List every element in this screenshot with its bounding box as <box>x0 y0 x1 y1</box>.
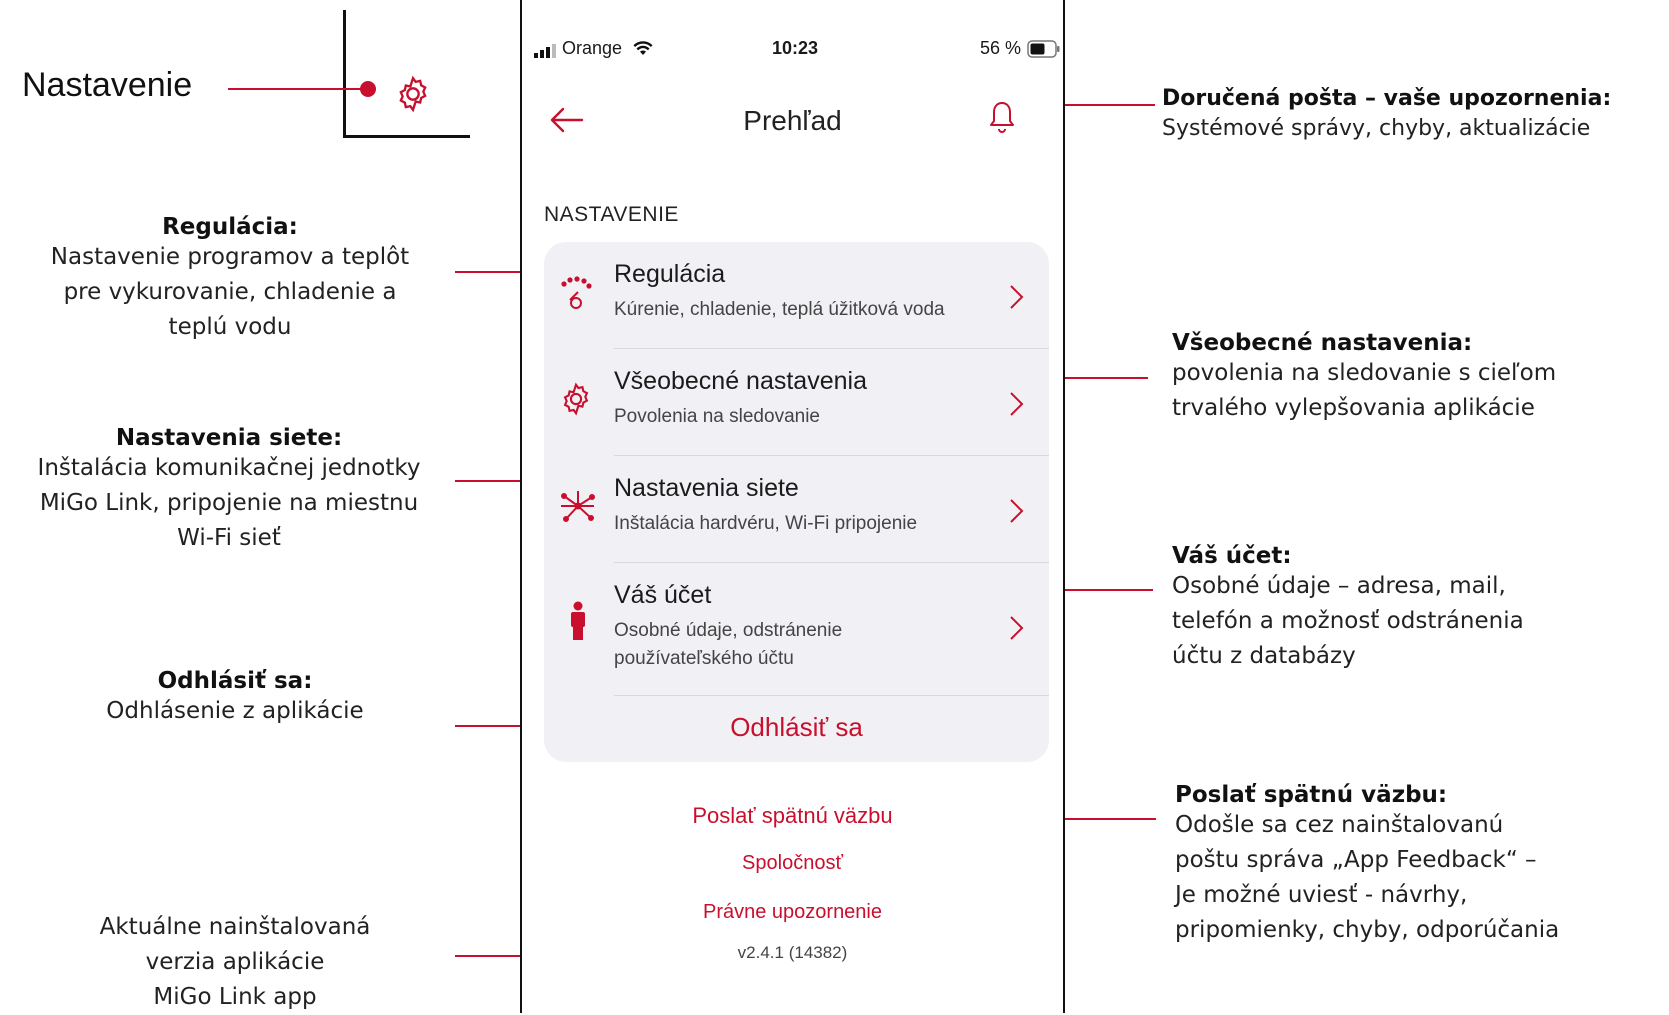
annotation-line: pripomienky, chyby, odporúčania <box>1175 917 1560 943</box>
annotation-title: Všeobecné nastavenia: <box>1172 330 1473 356</box>
annotation-line: povolenia na sledovanie s cieľom <box>1172 360 1557 386</box>
chevron-right-icon <box>1005 282 1027 312</box>
annotation-ucet: Váš účet: Osobné údaje – adresa, mail, t… <box>1172 543 1667 674</box>
app-version: v2.4.1 (14382) <box>737 943 848 962</box>
annotation-line: Systémové správy, chyby, aktualizácie <box>1162 116 1591 141</box>
annotation-title: Doručená pošta – vaše upozornenia: <box>1162 86 1612 111</box>
row-ucet[interactable]: Váš účet Osobné údaje, odstránenie použí… <box>544 563 1049 696</box>
annotation-verzia: Aktuálne nainštalovaná verzia aplikácie … <box>60 910 410 1015</box>
row-regulacia[interactable]: Regulácia Kúrenie, chladenie, teplá úžit… <box>544 242 1049 349</box>
feedback-link[interactable]: Poslať spätnú väzbu <box>522 803 1063 829</box>
page-title: Prehľad <box>743 105 842 136</box>
annotation-title: Nastavenia siete: <box>115 425 343 451</box>
annotation-line: Wi-Fi sieť <box>177 525 281 551</box>
annotation-line: Osobné údaje – adresa, mail, <box>1172 573 1506 599</box>
annotation-title: Poslať spätnú väzbu: <box>1175 782 1448 808</box>
legal-link[interactable]: Právne upozornenie <box>522 901 1063 924</box>
connector-line <box>1055 104 1155 106</box>
settings-card: Regulácia Kúrenie, chladenie, teplá úžit… <box>544 242 1049 762</box>
annotation-line: teplú vodu <box>168 314 292 340</box>
connector-dot <box>360 81 376 97</box>
annotation-vseobecne: Všeobecné nastavenia: povolenia na sledo… <box>1172 330 1667 426</box>
annotation-line: Inštalácia komunikačnej jednotky <box>37 455 421 481</box>
annotation-line: účtu z databázy <box>1172 643 1356 669</box>
row-subtitle: Kúrenie, chladenie, teplá úžitková voda <box>614 299 945 320</box>
network-icon <box>558 486 598 526</box>
annotation-siete: Nastavenia siete: Inštalácia komunikačne… <box>4 425 454 556</box>
annotation-title: Váš účet: <box>1172 543 1292 569</box>
annotation-title: Odhlásiť sa: <box>157 668 313 694</box>
row-siete[interactable]: Nastavenia siete Inštalácia hardvéru, Wi… <box>544 456 1049 563</box>
divider <box>614 695 1049 696</box>
annotation-line: verzia aplikácie <box>145 949 325 975</box>
status-bar: Orange 10:23 56 % <box>522 38 1063 68</box>
battery-percent: 56 % <box>980 38 1022 58</box>
row-title: Regulácia <box>614 260 726 288</box>
person-icon <box>558 601 598 641</box>
nastavenie-label: Nastavenie <box>22 66 193 104</box>
annotation-line: Odhlásenie z aplikácie <box>106 698 364 724</box>
annotation-line: Nastavenie programov a teplôt <box>50 244 410 270</box>
logout-button[interactable]: Odhlásiť sa <box>544 712 1049 743</box>
gear-icon <box>558 381 598 421</box>
row-subtitle: Osobné údaje, odstránenie používateľskéh… <box>614 620 843 669</box>
annotation-line: Odošle sa cez nainštalovanú <box>1175 812 1504 838</box>
connector-line <box>228 88 368 90</box>
chevron-right-icon <box>1005 613 1027 643</box>
annotation-posta: Doručená pošta – vaše upozornenia: Systé… <box>1162 86 1667 146</box>
annotation-line: poštu správa „App Feedback“ – <box>1175 847 1537 873</box>
chevron-right-icon <box>1005 389 1027 419</box>
status-time: 10:23 <box>772 38 819 58</box>
section-label: NASTAVENIE <box>544 203 679 226</box>
row-title: Nastavenia siete <box>614 474 799 502</box>
wifi-icon <box>633 40 653 61</box>
annotation-line: telefón a možnosť odstránenia <box>1172 608 1524 634</box>
annotation-title: Regulácia: <box>162 214 298 240</box>
row-title: Všeobecné nastavenia <box>614 367 867 395</box>
annotation-line: Je možné uviesť - návrhy, <box>1175 882 1468 908</box>
phone-screen: Orange 10:23 56 % Prehľad NASTAVENIE Reg… <box>520 0 1065 1013</box>
row-subtitle: Inštalácia hardvéru, Wi-Fi pripojenie <box>614 513 918 534</box>
signal-icon <box>534 42 560 63</box>
row-title: Váš účet <box>614 581 712 609</box>
row-subtitle: Povolenia na sledovanie <box>614 406 820 427</box>
regulation-icon <box>558 272 598 312</box>
annotation-regulacia: Regulácia: Nastavenie programov a teplôt… <box>20 214 440 345</box>
company-link[interactable]: Spoločnosť <box>522 852 1063 875</box>
annotation-line: Aktuálne nainštalovaná <box>99 914 371 940</box>
annotation-line: trvalého vylepšovania aplikácie <box>1172 395 1535 421</box>
carrier-name: Orange <box>562 38 623 58</box>
bell-icon[interactable] <box>988 100 1016 139</box>
annotation-line: pre vykurovanie, chladenie a <box>63 279 397 305</box>
row-vseobecne[interactable]: Všeobecné nastavenia Povolenia na sledov… <box>544 349 1049 456</box>
battery-icon <box>1027 40 1061 63</box>
gear-icon <box>393 74 433 114</box>
chevron-right-icon <box>1005 496 1027 526</box>
annotation-odhlasit: Odhlásiť sa: Odhlásenie z aplikácie <box>70 668 400 729</box>
annotation-line: MiGo Link, pripojenie na miestnu <box>39 490 419 516</box>
annotation-spatna: Poslať spätnú väzbu: Odošle sa cez nainš… <box>1175 782 1667 948</box>
annotation-line: MiGo Link app <box>153 984 317 1010</box>
